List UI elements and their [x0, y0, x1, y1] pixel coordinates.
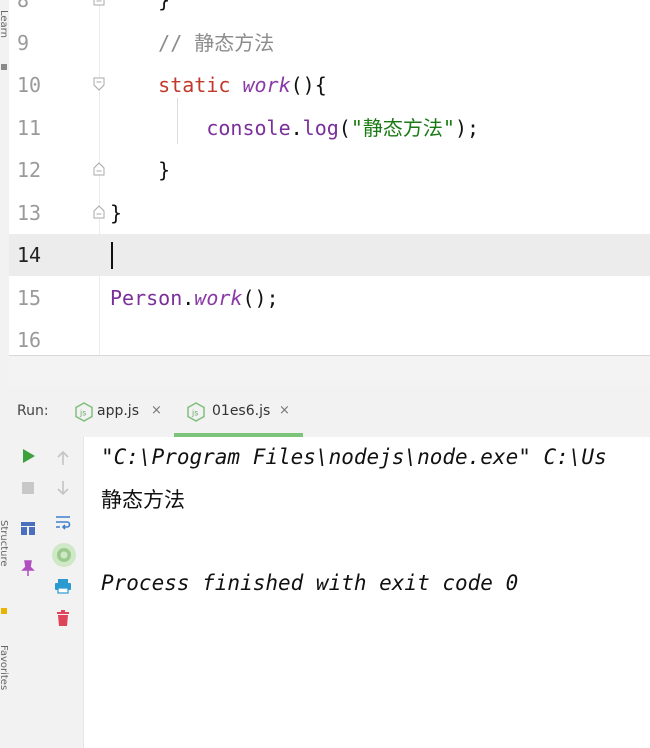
close-icon[interactable]: ×: [151, 403, 162, 418]
code-text: }: [110, 149, 170, 191]
line-number: 14: [17, 243, 42, 267]
code-token: (: [338, 115, 351, 140]
line-number: 11: [17, 115, 42, 140]
code-text: static work(){: [110, 64, 327, 106]
code-token: ();: [242, 285, 279, 310]
down-arrow-icon[interactable]: [54, 479, 72, 497]
line-number: 16: [17, 328, 42, 352]
fold-icon[interactable]: [93, 162, 105, 176]
run-tool-header: Run: js app.js × js 01es6.js ×: [9, 386, 650, 437]
print-icon[interactable]: [54, 577, 72, 595]
up-arrow-icon[interactable]: [54, 449, 72, 467]
fold-icon[interactable]: [93, 204, 105, 219]
code-text: }: [110, 192, 122, 234]
code-line[interactable]: 13}: [9, 192, 650, 234]
structure-marker-icon: [1, 608, 7, 614]
text-cursor: [111, 242, 113, 269]
code-token: "静态方法": [350, 115, 455, 140]
nodejs-icon: js: [187, 402, 205, 422]
code-line[interactable]: 11 console.log("静态方法");: [9, 107, 650, 149]
code-text: }: [110, 0, 170, 21]
close-icon[interactable]: ×: [279, 403, 290, 418]
code-token: work: [194, 285, 243, 310]
trash-icon[interactable]: [54, 609, 72, 627]
fold-icon[interactable]: [93, 77, 105, 91]
code-token: }: [110, 200, 123, 225]
tab-01es6-js[interactable]: js 01es6.js ×: [174, 386, 303, 437]
code-token: static: [158, 73, 231, 97]
code-token: (){: [290, 73, 327, 97]
panel-gap: [9, 356, 650, 386]
tab-label: 01es6.js: [212, 403, 271, 419]
indent-guide: [177, 98, 178, 144]
console-output[interactable]: "C:\Program Files\nodejs\node.exe" C:\Us…: [84, 437, 650, 748]
tab-label: app.js: [97, 403, 139, 419]
run-toolbar: [9, 437, 84, 748]
code-token: work: [242, 73, 291, 97]
code-line[interactable]: 10 static work(){: [9, 64, 650, 106]
svg-text:js: js: [191, 409, 198, 418]
code-line[interactable]: 12 }: [9, 149, 650, 191]
code-token: .: [290, 115, 303, 140]
settings-icon[interactable]: [51, 542, 77, 568]
code-token: // 静态方法: [110, 30, 275, 55]
code-line[interactable]: 9 // 静态方法: [9, 22, 650, 64]
run-icon[interactable]: [19, 447, 37, 465]
code-token: );: [454, 115, 480, 140]
code-token: }: [110, 0, 171, 12]
code-line[interactable]: 15 Person.work();: [9, 277, 650, 319]
stop-icon[interactable]: [19, 479, 37, 497]
code-token: console: [206, 115, 291, 140]
code-token: }: [110, 158, 171, 182]
code-editor[interactable]: 8 } 9 // 静态方法 10 static work(){11 console.…: [9, 0, 650, 356]
code-line[interactable]: 8 }: [9, 0, 650, 21]
favorites-tool-tab[interactable]: Favorites: [0, 645, 9, 725]
svg-text:js: js: [79, 409, 86, 418]
code-line[interactable]: 16: [9, 319, 650, 356]
run-label: Run:: [17, 403, 49, 419]
tab-app-js[interactable]: js app.js ×: [75, 386, 171, 437]
learn-tool-tab[interactable]: Learn: [0, 10, 9, 68]
line-number: 12: [17, 158, 42, 182]
line-number: 13: [17, 200, 42, 225]
structure-tool-tab[interactable]: Structure: [0, 520, 9, 592]
fold-icon[interactable]: [93, 0, 105, 6]
code-line[interactable]: 14: [9, 234, 650, 276]
code-token: .: [182, 285, 195, 310]
code-text: Person.work();: [110, 277, 279, 319]
code-text: // 静态方法: [110, 22, 274, 64]
console-exit-line: Process finished with exit code 0: [101, 571, 519, 595]
line-number: 10: [17, 73, 42, 97]
code-token: log: [302, 115, 339, 140]
line-number: 8: [17, 0, 30, 12]
nodejs-icon: js: [75, 402, 93, 422]
console-command-line: "C:\Program Files\nodejs\node.exe" C:\Us: [101, 445, 607, 469]
line-number: 9: [17, 30, 30, 55]
code-token: Person: [110, 285, 183, 310]
soft-wrap-icon[interactable]: [54, 513, 72, 531]
learn-tool-marker-icon: [1, 64, 7, 70]
code-text: console.log("静态方法");: [110, 107, 479, 149]
pin-icon[interactable]: [19, 559, 37, 577]
line-number: 15: [17, 285, 42, 310]
layout-icon[interactable]: [19, 519, 37, 537]
console-output-line: 静态方法: [101, 488, 185, 512]
